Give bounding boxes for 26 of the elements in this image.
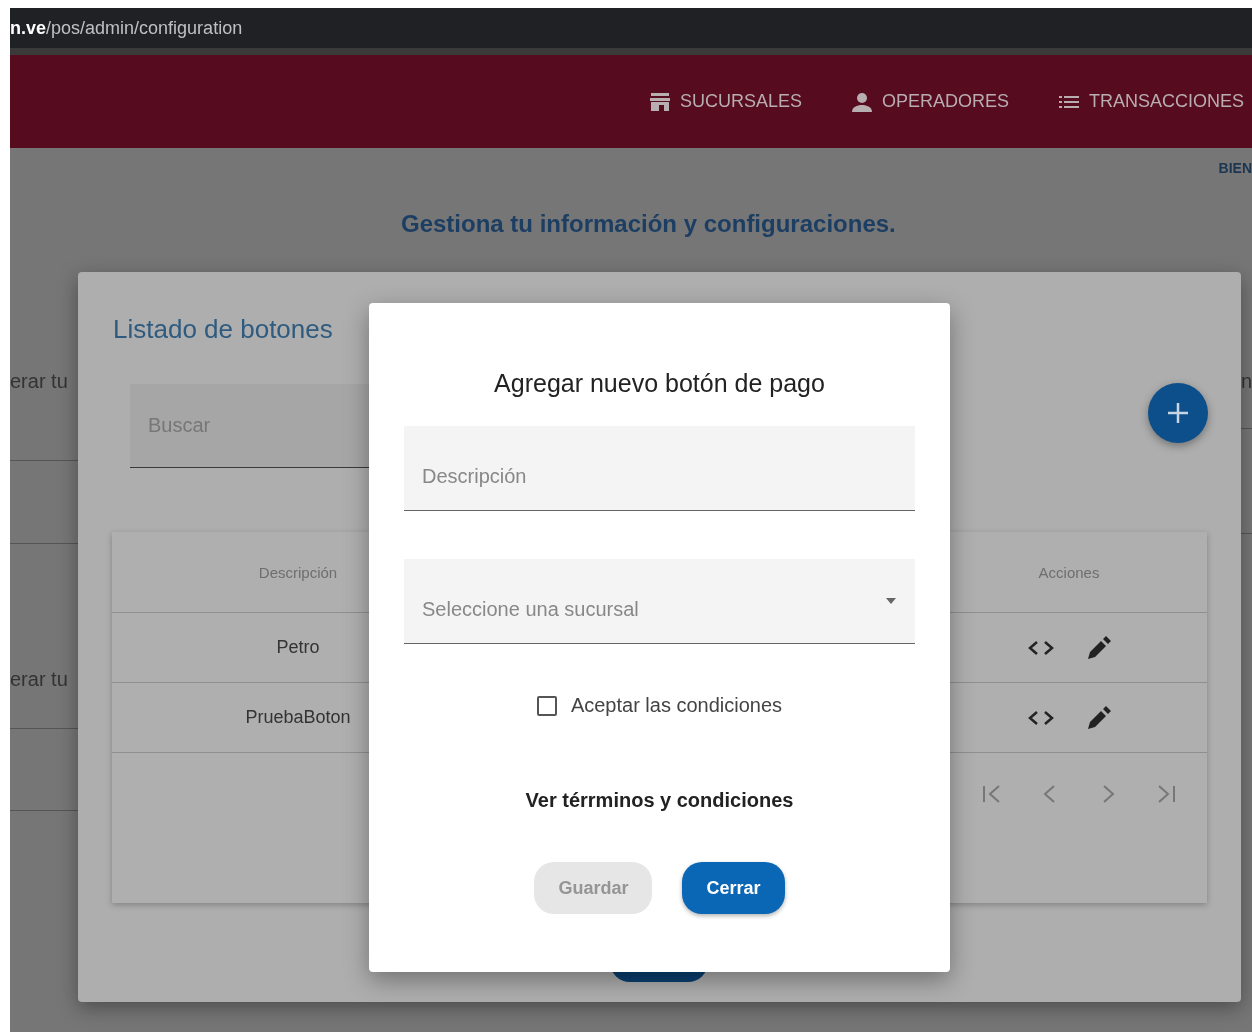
close-button[interactable]: Cerrar	[682, 862, 785, 914]
nav-label: OPERADORES	[881, 91, 1009, 112]
cut-text: n	[1240, 370, 1252, 393]
nav-link[interactable]: TRANSACCIONES	[1056, 89, 1244, 114]
cut-text: erar tu	[10, 370, 68, 393]
page-heading: Gestiona tu información y configuraciones.	[401, 210, 896, 238]
dropdown-caret-icon	[885, 597, 897, 605]
description-field[interactable]: Descripción	[404, 426, 915, 511]
nav-link[interactable]: SUCURSALES	[647, 89, 802, 114]
column-header: Acciones	[1037, 563, 1101, 581]
cut-text: erar tu	[10, 668, 68, 691]
nav-label: TRANSACCIONES	[1088, 91, 1244, 112]
nav-label: SUCURSALES	[679, 91, 802, 112]
greeting-text: BIEN	[1218, 160, 1252, 176]
column-header: Descripción	[257, 563, 339, 581]
table-cell-text: Petro	[275, 637, 321, 658]
checkbox-label: Aceptar las condiciones	[570, 694, 783, 717]
plus-icon	[1166, 401, 1190, 425]
table-cell-text: PruebaBoton	[244, 707, 352, 728]
dialog-title: Agregar nuevo botón de pago	[494, 369, 825, 398]
dialog-title: Listado de botones	[113, 314, 333, 345]
terms-link[interactable]: Ver térrminos y condiciones	[525, 789, 794, 812]
checkbox[interactable]	[536, 695, 557, 716]
address-bar[interactable]: n.ve/pos/admin/configuration	[10, 8, 1252, 55]
add-button[interactable]	[1148, 383, 1208, 443]
nav-link[interactable]: OPERADORES	[849, 89, 1009, 114]
